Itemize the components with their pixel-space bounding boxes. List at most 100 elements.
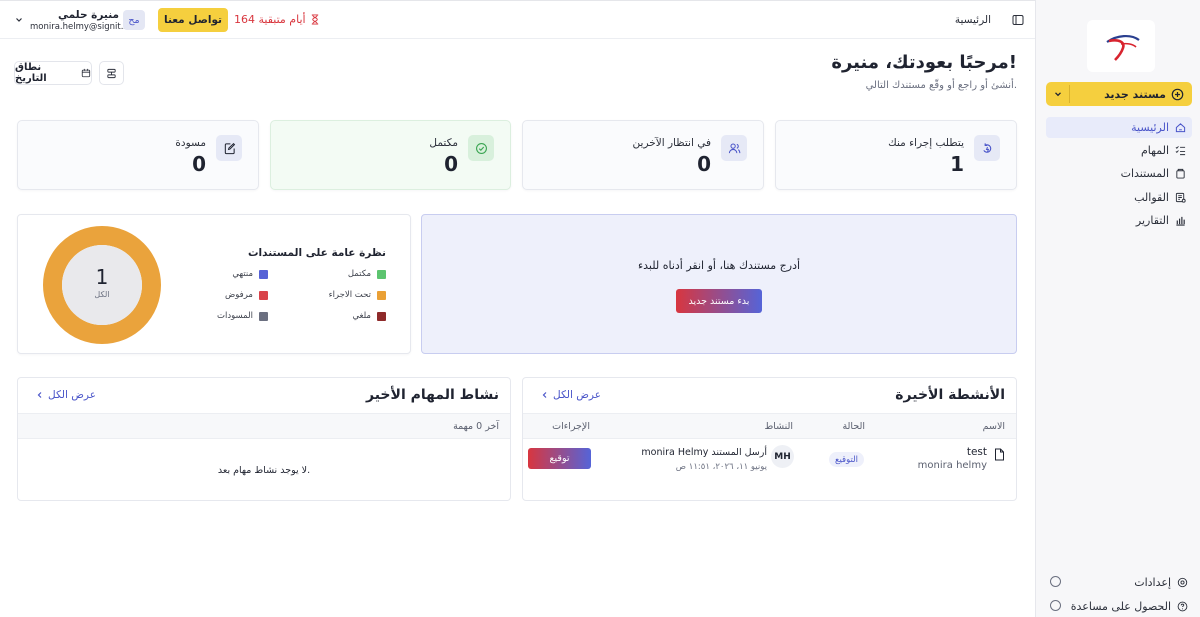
settings-link[interactable]: إعدادات [1046, 573, 1188, 591]
overview-title: نظرة عامة على المستندات [248, 247, 386, 259]
date-range-label: نطاق التاريخ [15, 62, 47, 84]
sidebar-item-home[interactable]: الرئيسية [1046, 117, 1192, 138]
document-owner: monira helmy [917, 460, 987, 471]
column-name: الاسم [982, 421, 1005, 432]
stat-card-completed[interactable]: مكتمل 0 [270, 120, 511, 190]
column-activity: النشاط [764, 421, 793, 432]
users-icon [721, 135, 747, 161]
avatar[interactable]: مح [123, 10, 145, 30]
documents-donut-chart: 1 الكل [42, 225, 162, 345]
drop-zone-text: أدرج مستندك هنا، أو انقر أدناه للبدء [637, 259, 801, 272]
stat-label: يتطلب إجراء منك [888, 137, 964, 149]
sidebar-item-label: التقارير [1135, 214, 1169, 227]
settings-label: إعدادات [1134, 575, 1171, 589]
filter-button[interactable] [99, 61, 124, 85]
sidebar-toggle-icon [1012, 15, 1024, 25]
plus-circle-icon [1171, 88, 1184, 100]
column-status: الحالة [842, 421, 865, 432]
legend-rejected: مرفوض [225, 290, 268, 300]
new-document-label: مستند جديد [1104, 87, 1166, 101]
activity-date: يونيو ١١، ٢٠٢٦، ١١:٥١ ص [675, 462, 767, 472]
donut-total: 1 [95, 265, 109, 289]
draft-edit-icon [216, 135, 242, 161]
new-document-dropdown[interactable] [1046, 82, 1069, 106]
stat-label: مكتمل [429, 137, 458, 149]
stat-card-waiting-others[interactable]: في انتظار الآخرين 0 [522, 120, 764, 190]
user-name: منيرة حلمي [58, 9, 119, 21]
tasks-empty-message: لا يوجد نشاط مهام بعد. [217, 465, 311, 476]
recent-activities-title: الأنشطة الأخيرة [895, 387, 1005, 403]
stat-card-draft[interactable]: مسودة 0 [17, 120, 259, 190]
help-status-indicator [1050, 600, 1061, 611]
chevron-left-icon [37, 392, 42, 398]
recent-view-all-link[interactable]: عرض الكل [541, 389, 601, 401]
legend-completed: مكتمل [348, 269, 386, 279]
user-info[interactable]: منيرة حلمي monira.helmy@signit.sa [30, 9, 134, 32]
top-bar: الرئيسية منيرة حلمي monira.helmy@signit.… [0, 0, 1035, 39]
home-icon [1175, 123, 1186, 133]
document-name[interactable]: test [967, 446, 987, 458]
stat-label: مسودة [175, 137, 206, 149]
hourglass-icon [311, 14, 318, 25]
settings-status-indicator [1050, 576, 1061, 587]
reports-icon [1176, 216, 1185, 226]
legend-in-progress: تحت الاجراء [329, 290, 386, 300]
new-document-button[interactable]: مستند جديد [1046, 82, 1192, 106]
chevron-down-icon [1054, 92, 1061, 97]
activity-text: monira Helmy أرسل المستند [641, 447, 767, 458]
sidebar-toggle-button[interactable] [1012, 14, 1024, 26]
legend-expired: منتهي [232, 269, 268, 279]
recent-tasks-title: نشاط المهام الأخير [366, 387, 499, 403]
sidebar-item-label: الرئيسية [1131, 121, 1169, 134]
help-circle-icon [1177, 601, 1188, 611]
stat-label: في انتظار الآخرين [632, 137, 711, 149]
tasks-icon [1175, 146, 1186, 156]
recent-tasks-card: نشاط المهام الأخير عرض الكل آخر 0 مهمة ل… [17, 377, 511, 501]
start-new-document-button[interactable]: بدء مستند جديد [676, 289, 762, 313]
sidebar: مستند جديد الرئيسية المهام المستندات الق… [1035, 0, 1200, 617]
trial-remaining: 164 أيام متبقية [234, 13, 320, 26]
help-label: الحصول على مساعدة [1070, 599, 1171, 613]
trial-text: 164 أيام متبقية [234, 13, 306, 26]
legend-drafts: المسودات [217, 311, 268, 321]
donut-total-label: الكل [94, 290, 110, 299]
sidebar-item-templates[interactable]: القوالب [1046, 187, 1192, 208]
stat-card-action-required[interactable]: يتطلب إجراء منك 1 [775, 120, 1017, 190]
chevron-left-icon [542, 392, 547, 398]
avatar: MH [771, 445, 794, 468]
date-range-button[interactable]: نطاق التاريخ [14, 61, 92, 85]
contact-us-button[interactable]: تواصل معنا [158, 8, 228, 32]
breadcrumb[interactable]: الرئيسية [955, 14, 991, 26]
document-drop-zone[interactable]: أدرج مستندك هنا، أو انقر أدناه للبدء بدء… [421, 214, 1017, 354]
documents-icon [1176, 168, 1185, 179]
stat-value: 0 [444, 152, 458, 176]
calendar-icon [81, 68, 91, 78]
user-menu-chevron[interactable] [14, 15, 24, 25]
company-logo[interactable] [1087, 20, 1155, 72]
sidebar-item-label: القوالب [1134, 191, 1169, 204]
help-link[interactable]: الحصول على مساعدة [1046, 597, 1188, 615]
action-required-icon [974, 135, 1000, 161]
user-email: monira.helmy@signit.sa [30, 22, 134, 32]
stat-value: 0 [697, 152, 711, 176]
recent-activities-card: الأنشطة الأخيرة عرض الكل الاسم الحالة ال… [522, 377, 1017, 501]
sidebar-item-documents[interactable]: المستندات [1046, 163, 1192, 184]
sign-button[interactable]: توقيع [528, 448, 591, 469]
gear-icon [1177, 577, 1188, 587]
sidebar-item-tasks[interactable]: المهام [1046, 140, 1192, 161]
tasks-view-all-link[interactable]: عرض الكل [36, 389, 96, 401]
stat-value: 0 [192, 152, 206, 176]
stat-value: 1 [950, 152, 964, 176]
table-header: الاسم الحالة النشاط الإجراءات [523, 413, 1016, 439]
status-badge: التوقيع [828, 452, 864, 467]
check-circle-icon [468, 135, 494, 161]
documents-overview-card: نظرة عامة على المستندات مكتمل منتهي تحت … [17, 214, 411, 354]
document-icon [994, 448, 1005, 461]
tasks-count: آخر 0 مهمة [453, 421, 499, 432]
chevron-down-icon [16, 18, 22, 22]
sidebar-item-label: المهام [1141, 144, 1169, 157]
templates-icon [1175, 192, 1186, 203]
table-row[interactable]: test monira helmy التوقيع MH monira Helm… [523, 439, 1016, 499]
tasks-header: آخر 0 مهمة [18, 413, 510, 439]
sidebar-item-reports[interactable]: التقارير [1046, 210, 1192, 231]
